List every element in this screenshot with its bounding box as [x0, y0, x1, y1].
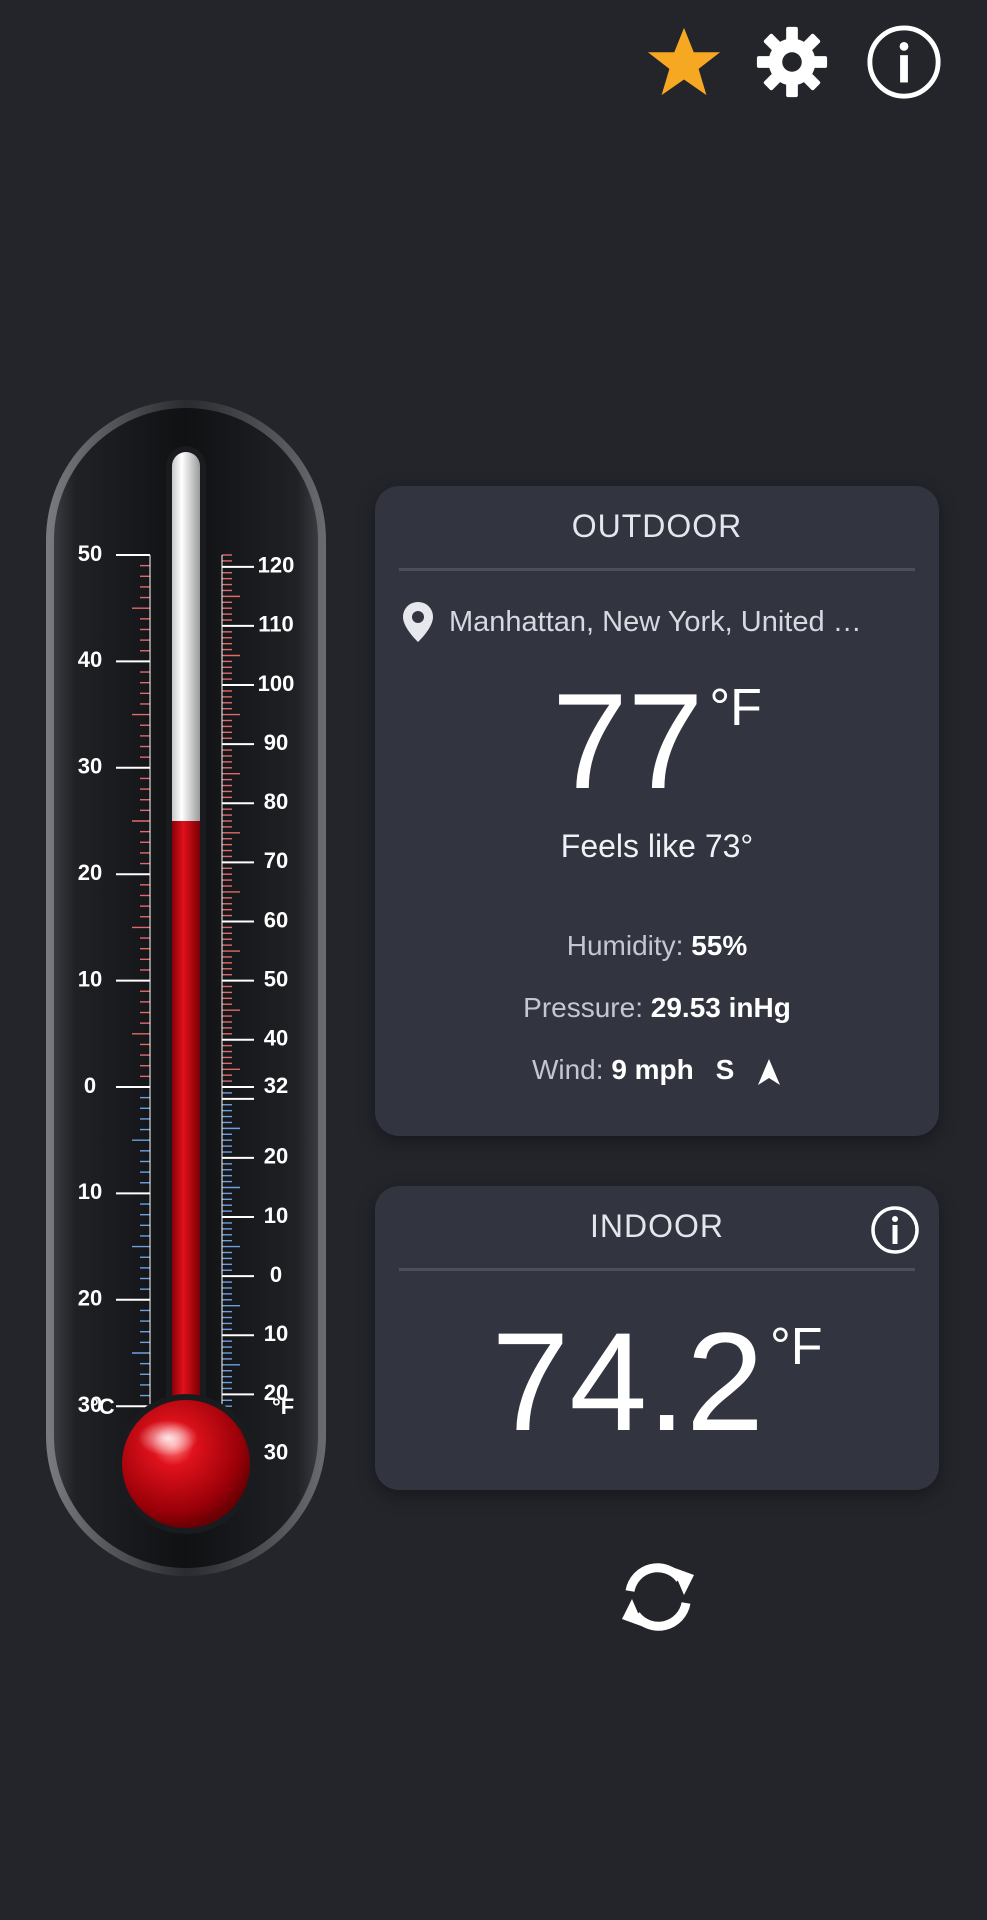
scale-label: 10 — [264, 1203, 288, 1228]
scale-label: 0 — [270, 1262, 282, 1287]
scale-label: 70 — [264, 848, 288, 873]
scale-label: 100 — [258, 671, 295, 696]
settings-button[interactable] — [752, 22, 832, 102]
wind-label: Wind: — [531, 1054, 604, 1085]
scale-label: 50 — [78, 541, 102, 566]
scale-label: 10 — [264, 1321, 288, 1346]
scale-label: 120 — [258, 553, 295, 578]
indoor-title: INDOOR — [590, 1208, 724, 1244]
indoor-info-icon[interactable] — [869, 1204, 921, 1256]
outdoor-title: OUTDOOR — [571, 508, 743, 544]
thermometer-graphic: 5040302010010203012011010090807060504032… — [46, 400, 326, 1576]
thermometer: 50 40 30 20 10 0 10 20 30 120 110 100 90 80 70 60 50 40 32… — [44, 398, 328, 1578]
scale-label: 0 — [84, 1073, 96, 1098]
gear-icon — [756, 26, 828, 98]
top-toolbar — [0, 0, 987, 130]
scale-label: 80 — [264, 789, 288, 814]
indoor-card: INDOOR 74.2 °F — [375, 1186, 939, 1490]
wind-direction: S — [715, 1054, 735, 1085]
wind-value: 9 mph — [611, 1054, 694, 1085]
wind-row: Wind: 9 mph S — [375, 1054, 939, 1087]
outdoor-temperature: 77 °F — [375, 671, 939, 811]
outdoor-card: OUTDOOR Manhattan, New York, United … 77… — [375, 486, 939, 1136]
scale-label: 40 — [264, 1026, 288, 1051]
location-pin-icon — [403, 602, 433, 642]
outdoor-temperature-unit: °F — [709, 679, 762, 737]
scale-label: 20 — [78, 1286, 102, 1311]
divider — [399, 568, 915, 571]
divider — [399, 1268, 915, 1271]
humidity-row: Humidity: 55% — [375, 930, 939, 962]
location-row[interactable]: Manhattan, New York, United … — [401, 598, 919, 646]
wind-direction-arrow-icon — [758, 1058, 781, 1085]
star-icon — [647, 27, 721, 96]
humidity-label: Humidity: — [566, 930, 684, 961]
scale-label: 10 — [78, 1179, 102, 1204]
feels-like: Feels like 73° — [560, 828, 754, 864]
rate-button[interactable] — [644, 22, 724, 102]
pressure-value: 29.53 inHg — [650, 992, 791, 1023]
outdoor-temperature-value: 77 — [552, 665, 704, 817]
indoor-temperature-unit: °F — [769, 1318, 823, 1376]
scale-label: 50 — [264, 966, 288, 991]
scale-label: 110 — [258, 612, 294, 637]
location-text: Manhattan, New York, United … — [449, 605, 862, 638]
scale-label: 40 — [78, 647, 102, 672]
scale-label: 10 — [78, 966, 102, 991]
celsius-unit-label: °C — [90, 1394, 115, 1419]
scale-label: 20 — [78, 860, 102, 885]
humidity-value: 55% — [691, 930, 748, 961]
pressure-label: Pressure: — [523, 992, 643, 1023]
scale-label: 30 — [264, 1439, 288, 1464]
scale-label: 32 — [264, 1073, 288, 1098]
scale-label: 20 — [264, 1144, 288, 1169]
indoor-temperature: 74.2 °F — [375, 1312, 939, 1452]
info-icon — [867, 25, 941, 99]
scale-label: 60 — [264, 907, 288, 932]
fahrenheit-unit-label: °F — [272, 1394, 294, 1419]
about-button[interactable] — [864, 22, 944, 102]
indoor-temperature-value: 74.2 — [491, 1303, 764, 1460]
scale-label: 90 — [264, 730, 288, 755]
refresh-icon[interactable] — [614, 1553, 702, 1641]
scale-label: 30 — [78, 754, 102, 779]
pressure-row: Pressure: 29.53 inHg — [375, 992, 939, 1024]
